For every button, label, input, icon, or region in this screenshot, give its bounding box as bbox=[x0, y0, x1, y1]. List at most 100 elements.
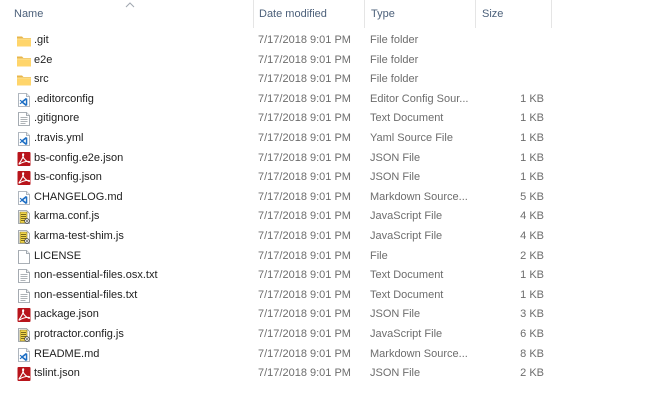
file-row[interactable]: CHANGELOG.md 7/17/2018 9:01 PM Markdown So… bbox=[0, 188, 552, 208]
column-header-name-label: Name bbox=[14, 8, 44, 20]
file-name: karma.conf.js bbox=[34, 210, 100, 223]
file-date-modified: 7/17/2018 9:01 PM bbox=[258, 308, 351, 321]
file-size bbox=[475, 70, 544, 90]
file-row[interactable]: bs-config.e2e.json 7/17/2018 9:01 PM JSON … bbox=[0, 149, 552, 169]
file-size: 3 KB bbox=[520, 308, 544, 321]
column-header-name[interactable]: Name bbox=[0, 0, 253, 28]
file-name: bs-config.json bbox=[34, 171, 102, 184]
file-row[interactable]: bs-config.json 7/17/2018 9:01 PM JSON File… bbox=[0, 168, 552, 188]
file-row[interactable]: karma-test-shim.js 7/17/2018 9:01 PM JavaS… bbox=[0, 227, 552, 247]
file-size: 1 KB bbox=[520, 151, 544, 164]
file-row[interactable]: .gitignore 7/17/2018 9:01 PM Text Document… bbox=[0, 109, 552, 129]
file-row[interactable]: karma.conf.js 7/17/2018 9:01 PM JavaScript… bbox=[0, 207, 552, 227]
blank-file-icon bbox=[18, 249, 30, 264]
file-row[interactable]: non-essential-files.osx.txt 7/17/2018 9:0… bbox=[0, 266, 552, 286]
file-row[interactable]: README.md 7/17/2018 9:01 PM Markdown Sourc… bbox=[0, 345, 552, 365]
file-type: JSON File bbox=[370, 151, 421, 164]
file-name: package.json bbox=[34, 308, 99, 321]
file-type: Text Document bbox=[370, 288, 444, 301]
file-type: JSON File bbox=[370, 171, 421, 184]
file-name: .editorconfig bbox=[34, 92, 94, 105]
file-size: 1 KB bbox=[520, 92, 544, 105]
file-date-modified: 7/17/2018 9:01 PM bbox=[258, 34, 351, 46]
file-date-modified: 7/17/2018 9:01 PM bbox=[258, 229, 351, 242]
file-row[interactable]: protractor.config.js 7/17/2018 9:01 PM Jav… bbox=[0, 325, 552, 345]
script-file-icon bbox=[18, 230, 30, 244]
file-size bbox=[475, 51, 544, 71]
vscode-file-icon bbox=[18, 347, 30, 362]
vscode-file-icon bbox=[18, 92, 30, 107]
file-type: File bbox=[370, 249, 388, 262]
file-size: 1 KB bbox=[520, 288, 544, 301]
file-name: LICENSE bbox=[34, 249, 82, 262]
folder-icon bbox=[17, 56, 31, 67]
acrobat-file-icon bbox=[17, 308, 31, 323]
file-size: 6 KB bbox=[520, 327, 544, 340]
file-row[interactable]: package.json 7/17/2018 9:01 PM JSON File 3 … bbox=[0, 305, 552, 325]
file-list: .git 7/17/2018 9:01 PM File folder e2e 7/17… bbox=[0, 31, 552, 384]
file-row[interactable]: non-essential-files.txt 7/17/2018 9:01 PM… bbox=[0, 286, 552, 306]
file-row[interactable]: e2e 7/17/2018 9:01 PM File folder bbox=[0, 51, 552, 71]
file-size: 1 KB bbox=[520, 171, 544, 184]
file-type: JSON File bbox=[370, 308, 421, 321]
file-type: Text Document bbox=[370, 112, 444, 125]
file-name: bs-config.e2e.json bbox=[34, 151, 124, 164]
file-type: JavaScript File bbox=[370, 327, 443, 340]
file-name: protractor.config.js bbox=[34, 327, 124, 340]
file-size: 1 KB bbox=[520, 112, 544, 125]
folder-icon bbox=[17, 36, 31, 47]
acrobat-file-icon bbox=[17, 367, 31, 382]
file-date-modified: 7/17/2018 9:01 PM bbox=[258, 151, 351, 164]
file-size: 4 KB bbox=[520, 210, 544, 223]
file-type: Markdown Source... bbox=[370, 190, 468, 203]
file-name: README.md bbox=[34, 347, 100, 360]
file-type: JSON File bbox=[370, 367, 421, 380]
file-row[interactable]: src 7/17/2018 9:01 PM File folder bbox=[0, 70, 552, 90]
file-date-modified: 7/17/2018 9:01 PM bbox=[258, 92, 351, 105]
file-size: 8 KB bbox=[520, 347, 544, 360]
column-header-type-label: Type bbox=[371, 8, 395, 20]
file-date-modified: 7/17/2018 9:01 PM bbox=[258, 73, 351, 86]
column-header-size[interactable]: Size bbox=[475, 0, 552, 28]
file-type: JavaScript File bbox=[370, 210, 443, 223]
file-date-modified: 7/17/2018 9:01 PM bbox=[258, 288, 351, 301]
file-name: .git bbox=[34, 34, 49, 46]
file-date-modified: 7/17/2018 9:01 PM bbox=[258, 131, 351, 144]
file-name: non-essential-files.osx.txt bbox=[34, 269, 158, 282]
file-row[interactable]: .editorconfig 7/17/2018 9:01 PM Editor Con… bbox=[0, 90, 552, 110]
text-document-icon bbox=[18, 112, 30, 127]
file-size: 2 KB bbox=[520, 249, 544, 262]
file-name: non-essential-files.txt bbox=[34, 288, 138, 301]
file-type: Editor Config Sour... bbox=[370, 92, 469, 105]
file-row[interactable]: .travis.yml 7/17/2018 9:01 PM Yaml Source … bbox=[0, 129, 552, 149]
file-type: File folder bbox=[370, 53, 419, 66]
acrobat-file-icon bbox=[17, 171, 31, 186]
file-name: .gitignore bbox=[34, 112, 80, 125]
file-date-modified: 7/17/2018 9:01 PM bbox=[258, 327, 351, 340]
column-header-date-modified[interactable]: Date modified bbox=[253, 0, 364, 28]
column-header-type[interactable]: Type bbox=[364, 0, 475, 28]
column-header-size-label: Size bbox=[482, 8, 504, 20]
file-type: Yaml Source File bbox=[370, 131, 453, 144]
acrobat-file-icon bbox=[17, 151, 31, 166]
file-type: JavaScript File bbox=[370, 229, 443, 242]
sort-ascending-icon bbox=[125, 2, 135, 8]
column-header-date-label: Date modified bbox=[259, 8, 327, 20]
file-size: 4 KB bbox=[520, 229, 544, 242]
file-name: karma-test-shim.js bbox=[34, 229, 124, 242]
file-name: e2e bbox=[34, 53, 53, 66]
column-header-bar: Name Date modified Type Size bbox=[0, 0, 552, 28]
file-row[interactable]: tslint.json 7/17/2018 9:01 PM JSON File 2 K… bbox=[0, 364, 552, 384]
file-size: 1 KB bbox=[520, 269, 544, 282]
text-document-icon bbox=[18, 269, 30, 284]
file-row[interactable]: LICENSE 7/17/2018 9:01 PM File 2 KB bbox=[0, 247, 552, 267]
file-date-modified: 7/17/2018 9:01 PM bbox=[258, 367, 351, 380]
script-file-icon bbox=[18, 210, 30, 225]
file-date-modified: 7/17/2018 9:01 PM bbox=[258, 112, 351, 125]
file-name: .travis.yml bbox=[34, 131, 84, 144]
text-document-icon bbox=[18, 288, 30, 303]
file-row[interactable]: .git 7/17/2018 9:01 PM File folder bbox=[0, 31, 552, 51]
file-date-modified: 7/17/2018 9:01 PM bbox=[258, 269, 351, 282]
file-type: Text Document bbox=[370, 269, 444, 282]
file-date-modified: 7/17/2018 9:01 PM bbox=[258, 347, 351, 360]
